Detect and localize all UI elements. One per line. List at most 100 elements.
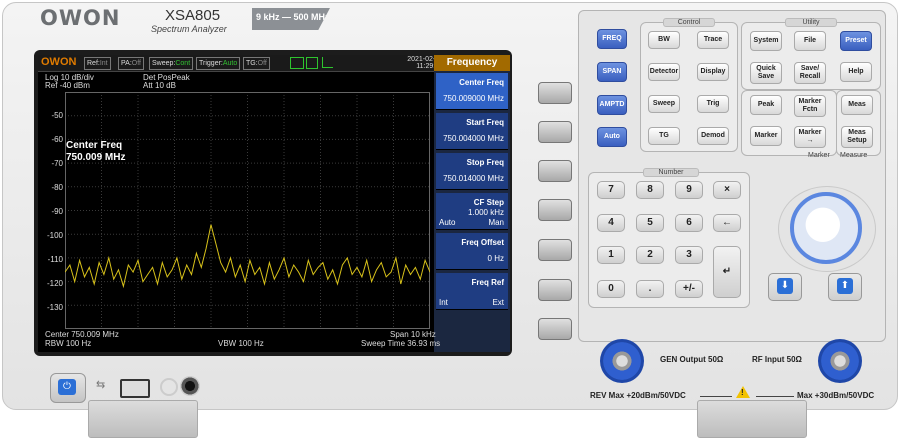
bw-key[interactable]: BW	[648, 31, 680, 49]
key-4[interactable]: 4	[597, 214, 625, 232]
freq-key[interactable]: FREQ	[597, 29, 627, 49]
gen-output-connector[interactable]	[600, 339, 644, 383]
save-recall-key[interactable]: Save/ Recall	[794, 62, 826, 84]
backspace-key[interactable]: ←	[713, 214, 741, 232]
trig-key[interactable]: Trig	[697, 95, 729, 113]
key-1[interactable]: 1	[597, 246, 625, 264]
rf-input-connector[interactable]	[818, 339, 862, 383]
menu-item-title: Start Freq	[466, 118, 504, 127]
menu-item-option-auto: Auto	[439, 218, 456, 227]
key-7[interactable]: 7	[597, 181, 625, 199]
status-logo: OWON	[41, 56, 77, 68]
trigger-status-value: Auto	[222, 60, 238, 67]
ref-status-value: Int	[99, 60, 108, 67]
y-tick-label: -100	[46, 231, 63, 240]
utility-group-title: Utility	[785, 18, 837, 27]
annotation-value: 750.009 MHz	[66, 152, 126, 163]
dot-key[interactable]: .	[636, 280, 664, 298]
marker-to-key[interactable]: Marker →	[794, 126, 826, 148]
menu-item-value: 750.014000 MHz	[443, 174, 504, 183]
preset-key[interactable]: Preset	[840, 31, 872, 51]
demod-key[interactable]: Demod	[697, 127, 729, 145]
rev-max-label: REV Max +20dBm/50VDC	[590, 391, 686, 400]
quick-save-key[interactable]: Quick Save	[750, 62, 782, 84]
file-key[interactable]: File	[794, 31, 826, 51]
menu-item-start-freq[interactable]: Start Freq 750.004000 MHz	[436, 113, 508, 150]
marker-key[interactable]: Marker	[750, 126, 782, 146]
key-0[interactable]: 0	[597, 280, 625, 298]
power-button[interactable]: ⏻	[50, 373, 86, 403]
menu-item-value: 1.000 kHz	[467, 208, 504, 217]
enter-key[interactable]: ↵	[713, 246, 741, 298]
model-subtitle: Spectrum Analyzer	[151, 24, 227, 34]
y-tick-label: -80	[51, 183, 63, 192]
key-8[interactable]: 8	[636, 181, 664, 199]
measure-group-title: Measure	[840, 152, 868, 159]
softkey-4[interactable]	[538, 199, 572, 221]
key-3[interactable]: 3	[675, 246, 703, 264]
audio-jack[interactable]	[180, 376, 200, 396]
key-9[interactable]: 9	[675, 181, 703, 199]
left-foot	[88, 400, 198, 438]
softkey-7[interactable]	[538, 318, 572, 340]
center-freq-annotation: Center Freq 750.009 MHz	[66, 140, 125, 164]
y-tick-label: -110	[47, 255, 63, 264]
headphone-icon	[160, 378, 178, 396]
y-tick-label: -50	[51, 111, 63, 120]
clear-key[interactable]: ×	[713, 181, 741, 199]
detector-key[interactable]: Detector	[648, 63, 680, 81]
down-arrow-button[interactable]: ⬇	[768, 273, 802, 301]
key-2[interactable]: 2	[636, 246, 664, 264]
tg-status-value: Off	[257, 60, 267, 67]
marker-fctn-key[interactable]: Marker Fctn	[794, 95, 826, 117]
menu-item-stop-freq[interactable]: Stop Freq 750.014000 MHz	[436, 153, 508, 190]
gen-output-label: GEN Output 50Ω	[660, 355, 724, 364]
frequency-range-badge: 9 kHz — 500 MHz	[252, 8, 330, 30]
menu-item-freq-ref[interactable]: Freq Ref Int Ext	[436, 273, 508, 310]
auto-key[interactable]: Auto	[597, 127, 627, 147]
tg-status-label: TG:	[246, 60, 258, 67]
tg-key[interactable]: TG	[648, 127, 680, 145]
sweep-key[interactable]: Sweep	[648, 95, 680, 113]
key-5[interactable]: 5	[636, 214, 664, 232]
model-name: XSA805	[165, 7, 221, 24]
system-key[interactable]: System	[750, 31, 782, 51]
rotary-knob[interactable]	[790, 192, 862, 264]
span-key[interactable]: SPAN	[597, 62, 627, 82]
meas-setup-key[interactable]: Meas Setup	[841, 126, 873, 148]
amptd-key[interactable]: AMPTD	[597, 95, 627, 115]
menu-item-center-freq[interactable]: Center Freq 750.009000 MHz	[436, 73, 508, 110]
help-key[interactable]: Help	[840, 62, 872, 82]
brand-logo: OWON	[40, 6, 121, 30]
usb-icon: ⇆	[96, 379, 106, 391]
control-group-title: Control	[663, 18, 715, 27]
softkey-1[interactable]	[538, 82, 572, 104]
attenuation-label: Att 10 dB	[143, 81, 176, 90]
softkey-3[interactable]	[538, 160, 572, 182]
signal-icon	[322, 57, 333, 68]
ref-status-label: Ref:	[87, 60, 100, 67]
right-foot	[697, 400, 807, 438]
trace-key[interactable]: Trace	[697, 31, 729, 49]
meas-key[interactable]: Meas	[841, 95, 873, 115]
up-arrow-button[interactable]: ⬆	[828, 273, 862, 301]
softkey-2[interactable]	[538, 121, 572, 143]
display-key[interactable]: Display	[697, 63, 729, 81]
number-group-title: Number	[643, 168, 699, 177]
softkey-5[interactable]	[538, 239, 572, 261]
menu-item-freq-offset[interactable]: Freq Offset 0 Hz	[436, 233, 508, 270]
peak-key[interactable]: Peak	[750, 95, 782, 115]
softkey-6[interactable]	[538, 279, 572, 301]
rf-input-label: RF Input 50Ω	[752, 355, 802, 364]
span-label: Span 10 kHz	[390, 330, 436, 339]
y-tick-label: -130	[46, 303, 63, 312]
menu-item-option-ext: Ext	[492, 298, 504, 307]
sweep-status-label: Sweep:	[152, 60, 176, 67]
menu-item-cf-step[interactable]: CF Step 1.000 kHz Auto Man	[436, 193, 508, 230]
pa-status: PA:Off	[118, 57, 144, 70]
key-6[interactable]: 6	[675, 214, 703, 232]
menu-title: Frequency	[434, 55, 510, 71]
y-tick-label: -60	[51, 135, 63, 144]
plus-minus-key[interactable]: +/-	[675, 280, 703, 298]
usb-port[interactable]	[120, 379, 150, 398]
